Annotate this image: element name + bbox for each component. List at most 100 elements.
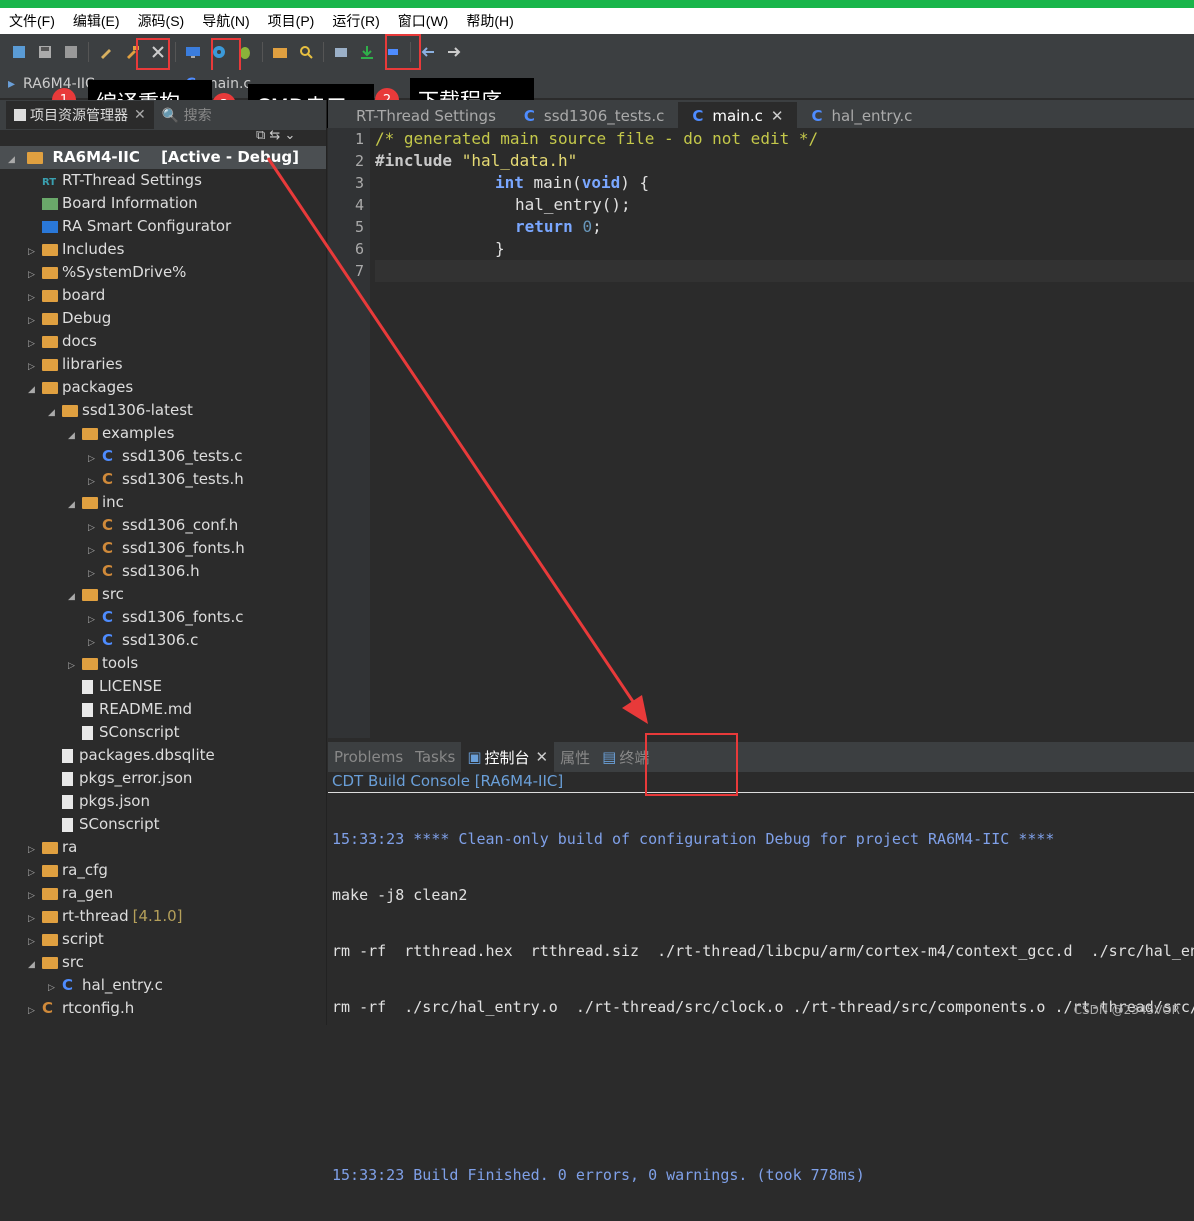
code-text: main( — [523, 173, 582, 192]
tab-hal-entry[interactable]: Chal_entry.c — [797, 102, 926, 130]
tab-tasks[interactable]: Tasks — [409, 748, 461, 766]
tree-item[interactable]: ◢ src — [0, 951, 326, 974]
menu-navigate[interactable]: 导航(N) — [193, 8, 258, 34]
tab-problems[interactable]: Problems — [328, 748, 409, 766]
code-line-5: return 0; — [375, 216, 1194, 238]
tab-console[interactable]: ▣ 控制台 ✕ — [461, 742, 555, 772]
console-line: rm -rf ./src/hal_entry.o ./rt-thread/src… — [332, 998, 1194, 1016]
console-header: CDT Build Console [RA6M4-IIC] — [328, 772, 1194, 793]
tree-project-root[interactable]: ◢ RA6M4-IIC [Active - Debug] — [0, 146, 326, 169]
tab-properties[interactable]: 属性 — [554, 747, 596, 768]
save-icon[interactable] — [35, 42, 55, 62]
tab-main-c[interactable]: Cmain.c ✕ — [678, 102, 798, 130]
tree-item[interactable]: ▷ Cssd1306_fonts.h — [0, 537, 326, 560]
forward-arrow-icon[interactable] — [444, 42, 464, 62]
tree-item[interactable]: ▷ Cssd1306_tests.c — [0, 445, 326, 468]
tree-item[interactable]: ▷ libraries — [0, 353, 326, 376]
tree-item[interactable]: SConscript — [0, 721, 326, 744]
tree-item[interactable]: ▷ board — [0, 284, 326, 307]
folder-icon — [42, 289, 58, 302]
tree-item[interactable]: pkgs_error.json — [0, 767, 326, 790]
tree-item-label: libraries — [62, 355, 123, 373]
tree-item[interactable]: ▷ rt-thread [4.1.0] — [0, 905, 326, 928]
tree-item-label: ssd1306-latest — [82, 401, 193, 419]
open-folder-icon[interactable] — [270, 42, 290, 62]
menu-edit[interactable]: 编辑(E) — [64, 8, 129, 34]
build-config-icon[interactable] — [96, 42, 116, 62]
tab-project-explorer[interactable]: 项目资源管理器 ✕ — [6, 101, 154, 129]
tree-item-label: Board Information — [62, 194, 198, 212]
tree-item[interactable]: ▷ Chal_entry.c — [0, 974, 326, 997]
tab-ssd1306-tests[interactable]: Cssd1306_tests.c — [510, 102, 678, 130]
tree-item[interactable]: ▷ Cssd1306_tests.h — [0, 468, 326, 491]
tree-item[interactable]: ▷ Cssd1306_fonts.c — [0, 606, 326, 629]
tree-item[interactable]: ▷ Debug — [0, 307, 326, 330]
tree-item[interactable]: ▷ Crtconfig.h — [0, 997, 326, 1020]
tree-item[interactable]: README.md — [0, 698, 326, 721]
close-icon[interactable]: ✕ — [536, 748, 549, 766]
menu-help[interactable]: 帮助(H) — [457, 8, 522, 34]
code-text: ) { — [620, 173, 650, 192]
menu-window[interactable]: 窗口(W) — [389, 8, 458, 34]
close-icon[interactable]: ✕ — [771, 107, 784, 125]
tree-item[interactable]: Board Information — [0, 192, 326, 215]
tree-item[interactable]: ▷ ra — [0, 836, 326, 859]
tab-rt-thread-settings[interactable]: RT-Thread Settings — [328, 102, 510, 130]
back-arrow-icon[interactable] — [418, 42, 438, 62]
new-icon[interactable] — [9, 42, 29, 62]
menu-source[interactable]: 源码(S) — [129, 8, 194, 34]
tab-project-explorer-label: 项目资源管理器 — [30, 108, 128, 124]
tab-search[interactable]: 🔍 搜索 — [154, 101, 220, 129]
tree-item[interactable]: pkgs.json — [0, 790, 326, 813]
tab-label: hal_entry.c — [831, 107, 913, 125]
board-icon — [42, 197, 58, 210]
expand-arrow-icon[interactable]: ▷ — [28, 1000, 42, 1023]
terminal-monitor-icon[interactable] — [183, 42, 203, 62]
tree-item[interactable]: SConscript — [0, 813, 326, 836]
tree-item[interactable]: ◢ inc — [0, 491, 326, 514]
tree-item[interactable]: ▷ ra_cfg — [0, 859, 326, 882]
tree-item[interactable]: ◢ ssd1306-latest — [0, 399, 326, 422]
save-all-icon[interactable] — [61, 42, 81, 62]
code-editor[interactable]: 1 2 3 4 5 6 7 /* generated main source f… — [328, 128, 1194, 738]
tree-item[interactable]: LICENSE — [0, 675, 326, 698]
tree-item[interactable]: ▷ Includes — [0, 238, 326, 261]
header-file-icon: C — [102, 470, 114, 488]
line-number: 1 — [354, 130, 364, 148]
code-line-6: } — [495, 239, 505, 258]
tree-item-label: ssd1306_tests.c — [122, 447, 243, 465]
tree-item[interactable]: ◢ examples — [0, 422, 326, 445]
folder-icon — [82, 496, 98, 509]
tree-item[interactable]: packages.dbsqlite — [0, 744, 326, 767]
tree-item[interactable]: ◢ packages — [0, 376, 326, 399]
tab-label: 控制台 — [484, 748, 530, 767]
close-icon[interactable]: ✕ — [134, 107, 146, 123]
menu-file[interactable]: 文件(F) — [0, 8, 64, 34]
tree-item-label: ssd1306_fonts.c — [122, 608, 244, 626]
code-line-1: /* generated main source file - do not e… — [375, 129, 819, 148]
line-number: 2 — [354, 152, 364, 170]
tree-item[interactable]: RT RT-Thread Settings — [0, 169, 326, 192]
tree-item[interactable]: RA Smart Configurator — [0, 215, 326, 238]
tree-item[interactable]: ▷ tools — [0, 652, 326, 675]
tree-item[interactable]: ▷ %SystemDrive% — [0, 261, 326, 284]
tree-item[interactable]: ▷ Cssd1306_conf.h — [0, 514, 326, 537]
tree-item[interactable]: ◢ src — [0, 583, 326, 606]
tree-item-label: pkgs_error.json — [79, 769, 193, 787]
menu-project[interactable]: 项目(P) — [259, 8, 324, 34]
tree-item[interactable]: ▷ docs — [0, 330, 326, 353]
collapse-all-icon[interactable]: ⧉ ⇆ ⌄ — [256, 128, 295, 143]
tree-item[interactable]: ▷ Cssd1306.h — [0, 560, 326, 583]
menu-run[interactable]: 运行(R) — [323, 8, 388, 34]
tree-item[interactable]: ▷ ra_gen — [0, 882, 326, 905]
folder-icon — [42, 956, 58, 969]
project-explorer: 项目资源管理器 ✕ 🔍 搜索 ⧉ ⇆ ⌄ ◢ RA6M4-IIC [Active… — [0, 100, 327, 1025]
tree-item[interactable]: ▷ script — [0, 928, 326, 951]
tree-item-label: Includes — [62, 240, 125, 258]
search-icon[interactable] — [296, 42, 316, 62]
package-icon[interactable] — [331, 42, 351, 62]
tree-item[interactable]: ▷ Cssd1306.c — [0, 629, 326, 652]
line-number: 7 — [354, 262, 364, 280]
download-icon[interactable] — [357, 42, 377, 62]
console-line: rm -rf rtthread.hex rtthread.siz ./rt-th… — [332, 942, 1194, 960]
